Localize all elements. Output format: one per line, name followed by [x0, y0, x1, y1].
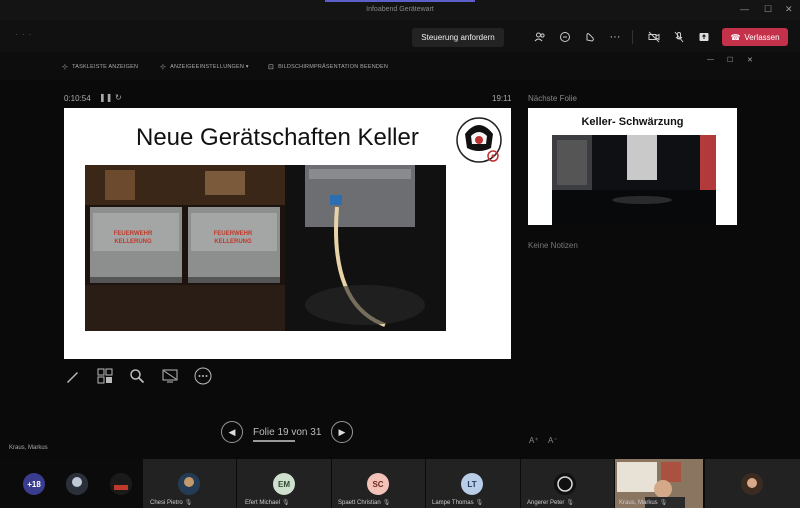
pen-tool-icon[interactable]	[63, 366, 83, 386]
participant-name-text: Chesi Pietro	[150, 500, 183, 506]
mic-icon: 🎙	[382, 500, 391, 506]
current-slide[interactable]: Neue Gerätschaften Keller FEUERWEHR KELL…	[64, 108, 511, 359]
show-taskbar-label: TASKLEISTE ANZEIGEN	[72, 64, 139, 70]
participant-tile[interactable]: SC Spaett Christian 🎙	[332, 459, 425, 508]
display-settings-button[interactable]: ⊹ ANZEIGEEINSTELLUNGEN ▾	[160, 63, 249, 71]
next-slide-button[interactable]: ▶	[331, 421, 353, 443]
participant-avatar-photo	[178, 473, 200, 495]
participant-name: Spaett Christian 🎙	[338, 499, 390, 506]
participant-tile[interactable]	[705, 459, 800, 508]
title-accent-line	[325, 0, 475, 2]
participant-name-text: Lampe Thomas	[432, 500, 474, 506]
participant-avatar-photo	[66, 473, 88, 495]
display-settings-label: ANZEIGEEINSTELLUNGEN ▾	[170, 64, 249, 70]
window-title: Infoabend Gerätewart	[366, 6, 434, 13]
svg-text:FEUERWEHR: FEUERWEHR	[114, 231, 153, 237]
close-window-button[interactable]: ✕	[785, 4, 793, 15]
mic-icon: 🎙	[475, 500, 484, 506]
minimize-button[interactable]: —	[740, 4, 749, 14]
pause-icon[interactable]: ❚❚	[99, 93, 112, 102]
end-slideshow-label: BILDSCHIRMPRÄSENTATION BEENDEN	[278, 64, 389, 70]
participant-initials: LT	[461, 473, 483, 495]
mic-off-icon[interactable]	[672, 30, 686, 44]
slide-title: Neue Gerätschaften Keller	[136, 124, 419, 151]
presenter-name-label: Kraus, Markus	[9, 445, 48, 451]
previous-slide-button[interactable]: ◀	[221, 421, 243, 443]
chevron-right-icon: ▶	[338, 426, 346, 437]
participant-name-text: Efert Michael	[245, 500, 281, 506]
participant-name-text: Spaett Christian	[338, 500, 381, 506]
leave-button[interactable]: ☎ Verlassen	[722, 28, 788, 46]
participants-icon[interactable]	[533, 30, 547, 44]
participant-name: Kraus, Markus 🎙	[619, 499, 667, 506]
participant-name: Angerer Peter 🎙	[527, 499, 574, 506]
share-screen-icon[interactable]	[697, 30, 711, 44]
participant-name-text: Kraus, Markus	[619, 500, 658, 506]
reactions-icon[interactable]	[583, 30, 597, 44]
next-slide-photo	[552, 135, 716, 225]
see-all-slides-icon[interactable]	[95, 366, 115, 386]
svg-text:FEUERWEHR: FEUERWEHR	[214, 231, 253, 237]
next-slide-title: Keller- Schwärzung	[581, 116, 684, 128]
participant-initials: SC	[367, 473, 389, 495]
participant-tile[interactable]: Chesi Pietro 🎙	[143, 459, 236, 508]
slide-photo-hose	[285, 165, 446, 331]
display-icon: ⊹	[160, 64, 167, 71]
phone-hangup-icon: ☎	[730, 32, 741, 42]
slide-counter[interactable]: Folie 19 von 31	[253, 427, 321, 438]
pv-close-button[interactable]: ✕	[747, 56, 753, 64]
meeting-controls-bar: · · · Steuerung anfordern ··· ☎ Verlasse…	[0, 20, 800, 52]
slide-photo-crates: FEUERWEHR KELLERUNG FEUERWEHR KELLERUNG	[85, 165, 285, 331]
mic-icon: 🎙	[659, 500, 668, 506]
participant-name: Efert Michael 🎙	[245, 499, 290, 506]
show-taskbar-button[interactable]: ⊹ TASKLEISTE ANZEIGEN	[62, 63, 138, 71]
notes-area: Keine Notizen	[528, 241, 578, 250]
maximize-button[interactable]: ☐	[764, 4, 772, 15]
participant-initials: EM	[273, 473, 295, 495]
taskbar-icon: ⊹	[62, 64, 69, 71]
mic-icon: 🎙	[184, 500, 193, 506]
black-screen-icon[interactable]	[160, 366, 180, 386]
slide-counter-underline	[253, 440, 295, 442]
camera-off-icon[interactable]	[647, 30, 661, 44]
reset-timer-icon[interactable]: ↻	[115, 93, 122, 102]
mic-icon: 🎙	[282, 500, 290, 506]
svg-text:KELLERUNG: KELLERUNG	[214, 239, 252, 245]
participant-avatar-photo	[554, 473, 576, 495]
divider	[632, 30, 633, 44]
more-actions-icon[interactable]: ···	[608, 30, 622, 44]
participant-video-tile[interactable]: Kraus, Markus 🎙	[615, 459, 703, 508]
pv-restore-button[interactable]: ☐	[727, 56, 733, 64]
participant-avatar-photo	[741, 473, 763, 495]
increase-text-size-button[interactable]: A⁺	[529, 436, 539, 445]
pv-minimize-button[interactable]: —	[707, 56, 714, 63]
participant-name-text: Angerer Peter	[527, 500, 565, 506]
participant-name: Lampe Thomas 🎙	[432, 499, 483, 506]
next-slide-label: Nächste Folie	[528, 94, 577, 103]
window-title-bar: Infoabend Gerätewart — ☐ ✕	[0, 0, 800, 20]
participant-tile[interactable]: Angerer Peter 🎙	[521, 459, 614, 508]
chat-icon[interactable]	[558, 30, 572, 44]
presenter-toolbar: ⊹ TASKLEISTE ANZEIGEN ⊹ ANZEIGEEINSTELLU…	[0, 52, 800, 80]
participant-tile[interactable]: LT Lampe Thomas 🎙	[426, 459, 520, 508]
elapsed-timer: 0:10:54	[64, 94, 91, 103]
more-left-icon[interactable]: · · ·	[15, 30, 32, 39]
more-participants-badge[interactable]: +18	[23, 473, 45, 495]
chevron-left-icon: ◀	[228, 426, 236, 437]
end-show-icon: ⊡	[268, 64, 275, 71]
fire-department-logo	[456, 117, 502, 163]
current-time: 19:11	[492, 94, 512, 103]
decrease-text-size-button[interactable]: A⁻	[548, 436, 558, 445]
mic-icon: 🎙	[566, 500, 574, 506]
more-options-icon[interactable]	[193, 366, 213, 386]
participant-tile[interactable]: EM Efert Michael 🎙	[237, 459, 331, 508]
svg-text:KELLERUNG: KELLERUNG	[114, 239, 152, 245]
next-slide-preview[interactable]: Keller- Schwärzung	[528, 108, 737, 225]
participant-avatar-photo	[110, 473, 132, 495]
participant-name: Chesi Pietro 🎙	[150, 499, 192, 506]
zoom-icon[interactable]	[127, 366, 147, 386]
leave-label: Verlassen	[744, 32, 780, 42]
end-slideshow-button[interactable]: ⊡ BILDSCHIRMPRÄSENTATION BEENDEN	[268, 63, 388, 71]
request-control-button[interactable]: Steuerung anfordern	[412, 28, 504, 47]
